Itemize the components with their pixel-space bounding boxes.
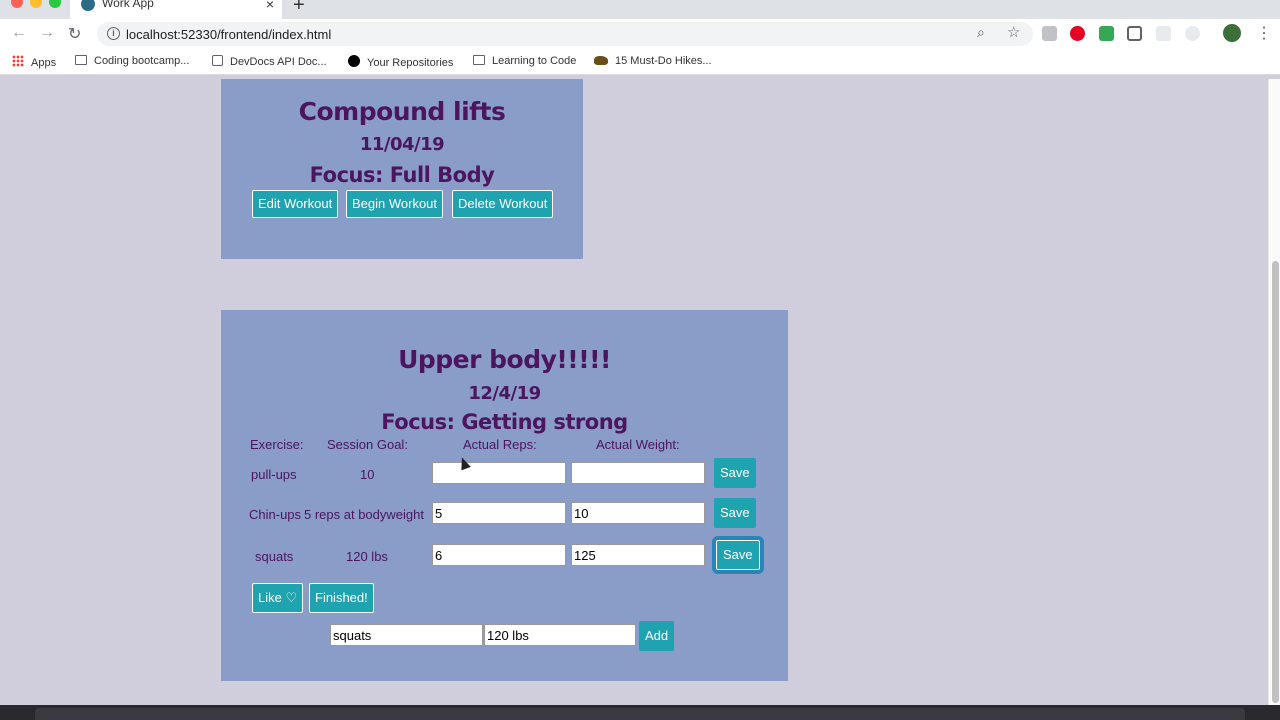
tab-bar: Work App × + bbox=[0, 0, 1280, 19]
workout-date: 12/4/19 bbox=[468, 383, 541, 404]
exercise-name: squats bbox=[255, 549, 294, 564]
browser-tab-work-app[interactable]: Work App × bbox=[70, 0, 282, 19]
workout-date: 11/04/19 bbox=[359, 134, 445, 155]
scrollbar-thumb[interactable] bbox=[1272, 261, 1279, 703]
pinterest-extension-icon[interactable] bbox=[1070, 26, 1085, 41]
close-window-button[interactable] bbox=[11, 0, 23, 8]
column-header-exercise: Exercise: bbox=[250, 437, 304, 452]
column-header-actual-reps: Actual Reps: bbox=[463, 437, 537, 452]
dock-shelf bbox=[35, 708, 1245, 720]
new-goal-input[interactable] bbox=[484, 624, 636, 646]
workout-focus: Focus: Getting strong bbox=[381, 410, 628, 434]
extension-icon[interactable] bbox=[1042, 26, 1057, 41]
folder-icon bbox=[473, 55, 485, 65]
workout-focus: Focus: Full Body bbox=[309, 163, 495, 187]
browser-menu-icon[interactable]: ⋮ bbox=[1256, 23, 1272, 43]
exercise-name: Chin-ups bbox=[249, 507, 302, 522]
minimize-window-button[interactable] bbox=[30, 0, 42, 8]
site-favicon-icon bbox=[81, 0, 95, 11]
actual-reps-input[interactable] bbox=[432, 544, 566, 566]
delete-workout-button[interactable]: Delete Workout bbox=[452, 190, 554, 218]
actual-weight-input[interactable] bbox=[571, 462, 705, 484]
bookmark-apps[interactable]: Apps bbox=[12, 55, 56, 69]
tab-title: Work App bbox=[102, 0, 154, 10]
bookmark-coding-bootcamp[interactable]: Coding bootcamp... bbox=[75, 55, 189, 67]
save-button[interactable]: Save bbox=[712, 536, 764, 574]
page-scrollbar[interactable] bbox=[1268, 79, 1280, 705]
github-icon bbox=[348, 55, 360, 67]
grid-extension-icon[interactable] bbox=[1127, 26, 1142, 41]
green-extension-icon[interactable] bbox=[1099, 26, 1114, 41]
apps-grid-icon bbox=[12, 55, 24, 67]
edit-workout-button[interactable]: Edit Workout bbox=[252, 190, 339, 218]
bookmark-star-icon[interactable]: ☆ bbox=[1007, 23, 1020, 41]
workout-name: Upper body!!!!! bbox=[398, 345, 611, 374]
extension-icon[interactable] bbox=[1185, 26, 1200, 41]
actual-weight-input[interactable] bbox=[571, 544, 705, 566]
exercise-goal: 120 lbs bbox=[346, 549, 388, 564]
back-arrow-icon[interactable]: ← bbox=[11, 24, 27, 42]
column-header-actual-weight: Actual Weight: bbox=[596, 437, 680, 452]
workout-card-upper-body: Upper body!!!!! 12/4/19 Focus: Getting s… bbox=[221, 310, 788, 681]
bookmark-your-repositories[interactable]: Your Repositories bbox=[348, 55, 453, 69]
save-button[interactable]: Save bbox=[714, 498, 756, 528]
bookmark-devdocs[interactable]: DevDocs API Doc... bbox=[212, 55, 327, 68]
maximize-window-button[interactable] bbox=[49, 0, 61, 8]
new-tab-button[interactable]: + bbox=[293, 0, 305, 17]
new-exercise-input[interactable] bbox=[330, 624, 483, 646]
bison-icon bbox=[594, 56, 608, 65]
reload-icon[interactable]: ↻ bbox=[68, 24, 81, 44]
browser-toolbar: ← → ↻ i localhost:52330/frontend/index.h… bbox=[0, 19, 1280, 49]
site-info-icon[interactable]: i bbox=[107, 27, 120, 40]
close-tab-icon[interactable]: × bbox=[266, 0, 274, 12]
url-text[interactable]: localhost:52330/frontend/index.html bbox=[126, 27, 331, 42]
actual-weight-input[interactable] bbox=[571, 502, 705, 524]
exercise-goal: 10 bbox=[360, 467, 375, 482]
zoom-icon[interactable]: ⌕ bbox=[977, 24, 985, 41]
add-exercise-button[interactable]: Add bbox=[639, 621, 675, 651]
actual-reps-input[interactable] bbox=[432, 502, 566, 524]
folder-icon bbox=[75, 55, 87, 65]
macos-dock bbox=[0, 705, 1280, 720]
exercise-goal: 5 reps at bodyweight bbox=[304, 507, 424, 522]
address-bar[interactable]: i localhost:52330/frontend/index.html ⌕ … bbox=[97, 22, 1033, 46]
page-content: Compound lifts 11/04/19 Focus: Full Body… bbox=[0, 79, 1268, 705]
workout-card-compound-lifts: Compound lifts 11/04/19 Focus: Full Body… bbox=[221, 79, 583, 259]
finished-button[interactable]: Finished! bbox=[309, 583, 374, 613]
devdocs-icon bbox=[212, 55, 223, 66]
profile-avatar[interactable] bbox=[1223, 24, 1241, 42]
actual-reps-input[interactable] bbox=[432, 462, 566, 484]
extension-icon[interactable] bbox=[1156, 26, 1171, 41]
like-button[interactable]: Like ♡ bbox=[252, 583, 304, 613]
workout-name: Compound lifts bbox=[298, 97, 506, 126]
begin-workout-button[interactable]: Begin Workout bbox=[346, 190, 444, 218]
forward-arrow-icon[interactable]: → bbox=[39, 24, 55, 42]
column-header-session-goal: Session Goal: bbox=[327, 437, 408, 452]
bookmarks-bar: Apps Coding bootcamp... DevDocs API Doc.… bbox=[0, 49, 1280, 75]
bookmark-learning-to-code[interactable]: Learning to Code bbox=[473, 55, 576, 67]
bookmark-hikes[interactable]: 15 Must-Do Hikes... bbox=[594, 55, 712, 67]
save-button[interactable]: Save bbox=[714, 458, 756, 488]
exercise-name: pull-ups bbox=[251, 467, 297, 482]
